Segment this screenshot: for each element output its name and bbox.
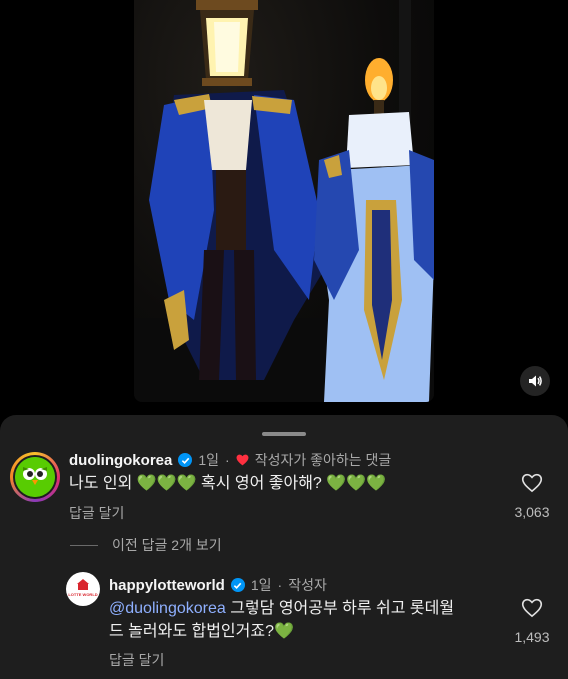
comment-text-mid: 혹시 영어 좋아해? xyxy=(201,475,322,492)
separator: · xyxy=(277,577,283,593)
emoji-green-heart: 💚 xyxy=(366,475,387,492)
like-count: 3,063 xyxy=(514,504,550,520)
reply-time: 1일 xyxy=(250,577,272,593)
sheet-grabber[interactable] xyxy=(262,432,306,436)
logo-text: LOTTE WORLD xyxy=(68,592,97,597)
verified-badge-icon xyxy=(230,578,245,592)
heart-filled-icon xyxy=(236,454,249,466)
avatar-happylotteworld[interactable]: LOTTE WORLD xyxy=(66,572,100,606)
avatar-duolingokorea[interactable] xyxy=(10,452,60,502)
emoji-green-heart: 💚 xyxy=(326,475,347,492)
emoji-green-heart: 💚 xyxy=(156,475,177,492)
emoji-green-heart: 💚 xyxy=(136,475,157,492)
emoji-green-heart: 💚 xyxy=(176,475,197,492)
reply-button[interactable]: 답글 달기 xyxy=(109,650,164,670)
comment-username[interactable]: duolingokorea xyxy=(69,452,172,469)
creator-liked-label: 작성자가 좋아하는 댓글 xyxy=(254,452,392,468)
reply-username[interactable]: happylotteworld xyxy=(109,577,225,594)
post-photo[interactable] xyxy=(134,0,434,402)
comment-text: 나도 인외 💚💚💚 혹시 영어 좋아해? 💚💚💚 xyxy=(69,472,489,495)
heart-outline-icon[interactable] xyxy=(521,473,543,493)
view-previous-label[interactable]: 이전 답글 2개 보기 xyxy=(112,535,222,555)
comment-time: 1일 xyxy=(198,452,220,468)
reply-header: happylotteworld 1일 · 작성자 xyxy=(109,575,327,595)
like-column: 3,063 xyxy=(502,473,562,520)
cosplay-illustration xyxy=(134,0,434,402)
media-viewer[interactable] xyxy=(0,0,568,415)
reply-button[interactable]: 답글 달기 xyxy=(69,503,124,523)
lotte-world-logo-icon: LOTTE WORLD xyxy=(68,579,98,597)
verified-badge-icon xyxy=(178,453,193,467)
mention-link[interactable]: @duolingokorea xyxy=(109,600,226,617)
speaker-icon xyxy=(529,375,542,387)
like-column: 1,493 xyxy=(502,598,562,645)
separator: · xyxy=(225,452,230,468)
like-count: 1,493 xyxy=(514,629,550,645)
reply-text-line2: 드 놀러와도 합법인거죠? xyxy=(109,623,274,640)
author-badge: 작성자 xyxy=(288,577,327,593)
reply-text: @duolingokorea 그렇담 영어공부 하루 쉬고 롯데월 드 놀러와도… xyxy=(109,597,494,643)
emoji-green-heart: 💚 xyxy=(274,623,294,640)
emoji-green-heart: 💚 xyxy=(346,475,367,492)
divider xyxy=(70,544,98,546)
reply-text-line1: 그렇담 영어공부 하루 쉬고 롯데월 xyxy=(230,600,455,617)
comment-header: duolingokorea 1일 · 작성자가 좋아하는 댓글 xyxy=(69,450,391,470)
comment-text-main: 나도 인외 xyxy=(69,475,133,492)
duo-owl-icon xyxy=(15,457,55,497)
view-previous-replies[interactable]: 이전 답글 2개 보기 xyxy=(70,535,222,555)
heart-outline-icon[interactable] xyxy=(521,598,543,618)
mute-button[interactable] xyxy=(520,366,550,396)
